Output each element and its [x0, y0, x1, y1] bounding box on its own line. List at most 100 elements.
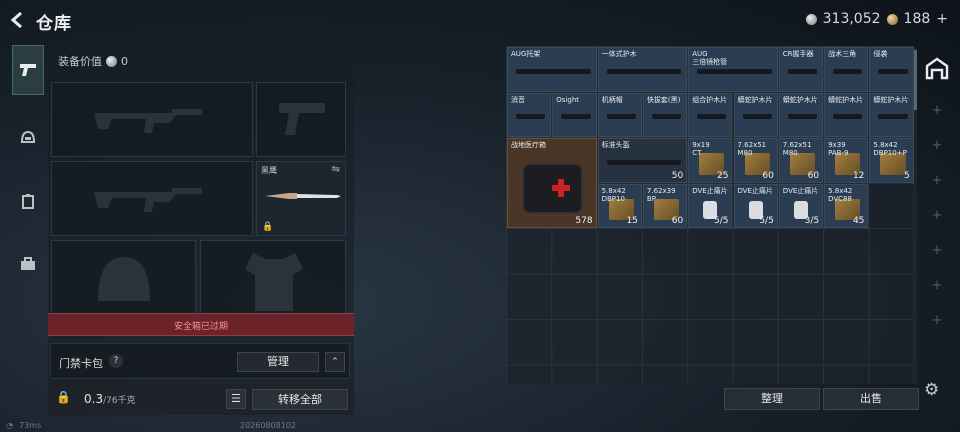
stash-item-qty: 60	[671, 216, 684, 226]
settings-gear-icon[interactable]: ⚙	[924, 380, 939, 400]
nav-backpack[interactable]	[12, 244, 44, 285]
stash-item[interactable]: 5.8x42 DVC88 45	[824, 183, 869, 228]
stash-item-qty: 25	[717, 170, 729, 181]
stash-item[interactable]: 5.8x42 DBP10+P 5	[869, 138, 914, 183]
stash-item[interactable]: 战术三角	[824, 47, 869, 92]
stash-item-name: DVE止痛片	[692, 186, 728, 195]
item-art-icon	[606, 68, 682, 74]
stash-item[interactable]: 标准头盔 50	[597, 138, 688, 183]
loadout-bottom-bar: 🔒 0.3/76千克 ☰ 转移全部	[48, 384, 354, 414]
armor-silhouette-icon	[245, 253, 303, 311]
stash-item-qty: 60	[762, 170, 774, 181]
helmet-slot[interactable]	[51, 240, 196, 316]
swap-icon[interactable]: ⇋	[332, 164, 340, 175]
secure-container-expired-banner[interactable]: 安全箱已过期	[48, 313, 354, 336]
stash-item-name: 消音	[511, 95, 525, 104]
stash-item[interactable]: 5.8x42 DBP10 15	[597, 183, 642, 228]
nav-weapons[interactable]	[12, 45, 44, 96]
armor-slot[interactable]	[200, 240, 346, 316]
secondary-weapon-slot[interactable]	[51, 161, 253, 236]
primary-weapon-slot[interactable]	[51, 82, 253, 157]
stash-item[interactable]: 蟒蛇护木片	[824, 92, 869, 137]
bronze-coin-icon	[886, 13, 898, 25]
stash-item[interactable]: DVE止痛片 5/5	[733, 183, 778, 228]
stash-item-qty: 5/5	[714, 216, 729, 226]
stash-item[interactable]: 机柄帽	[597, 92, 642, 137]
add-tab-icon[interactable]: +	[932, 313, 943, 328]
helmet-icon	[20, 130, 36, 143]
stash-item[interactable]: 消音	[507, 92, 552, 137]
sort-button[interactable]: 整理	[724, 388, 820, 410]
knife-icon	[265, 193, 341, 199]
stash-item[interactable]: DVE止痛片 5/5	[688, 183, 733, 228]
stash-item[interactable]: 蟒蛇护木片	[778, 92, 824, 137]
stash-item[interactable]: 7.62x39 BP 60	[642, 183, 688, 228]
equipment-value: 装备价值 0	[58, 53, 128, 69]
stash-grid[interactable]: AUG托架 一体式护木 AUG 三倍镜枪管 CR握手器 战术三角 侵袭消音 Osight 机柄…	[506, 46, 914, 384]
stash-item-name: 快拔套(黑)	[646, 95, 681, 104]
add-tab-icon[interactable]: +	[932, 138, 943, 153]
stash-item-name: 一体式护木	[601, 50, 637, 58]
stash-item-qty: 45	[852, 216, 865, 226]
stash-item[interactable]: AUG 三倍镜枪管	[688, 47, 778, 92]
back-arrow-icon[interactable]	[8, 10, 28, 30]
add-tab-icon[interactable]: +	[932, 208, 943, 223]
padlock-icon[interactable]: 🔒	[56, 390, 71, 404]
manage-button[interactable]: 管理	[237, 352, 319, 372]
stash-item-name: Osight	[556, 95, 580, 104]
stash-item-name: 5.8x42 DBP10+P	[873, 141, 907, 157]
stash-item-name: 5.8x42 DVC88	[828, 186, 853, 203]
stash-item[interactable]: 侵袭	[869, 47, 914, 92]
pistol-slot[interactable]	[256, 82, 346, 157]
add-tab-icon[interactable]: +	[932, 103, 943, 118]
item-art-icon	[516, 114, 546, 120]
item-art-icon	[697, 114, 727, 120]
stash-item-name: 9x39 PAB-9	[828, 141, 849, 157]
silver-amount: 313,052	[822, 11, 881, 27]
help-icon[interactable]: ?	[109, 354, 123, 368]
stash-item[interactable]: DVE止痛片 3/5	[778, 183, 824, 228]
stash-item[interactable]: CR握手器	[778, 47, 824, 92]
stash-item-name: 5.8x42 DBP10	[601, 186, 626, 203]
stash-item-name: AUG托架	[511, 50, 541, 58]
move-all-button[interactable]: 转移全部	[252, 389, 348, 410]
add-currency-button[interactable]: +	[936, 11, 948, 27]
stash-item[interactable]: 组合护木片	[688, 92, 733, 137]
weight-value: 0.3	[84, 392, 104, 406]
item-art-icon	[651, 114, 682, 120]
stash-item[interactable]: 一体式护木	[597, 47, 688, 92]
helmet-silhouette-icon	[98, 257, 150, 301]
vest-icon	[22, 194, 34, 210]
warehouse-icon[interactable]	[922, 53, 952, 83]
stash-item[interactable]: AUG托架	[507, 47, 597, 92]
add-tab-icon[interactable]: +	[932, 278, 943, 293]
build-stamp: 20260808102	[240, 421, 296, 430]
stash-scroll-thumb[interactable]	[914, 50, 917, 110]
chevron-up-icon: ⌃	[331, 357, 339, 367]
stash-item[interactable]: 9x19 CT 25	[688, 138, 733, 183]
expired-notice: 安全箱已过期	[173, 322, 228, 332]
collapse-button[interactable]: ⌃	[325, 352, 345, 372]
stash-item-name: 组合护木片	[692, 95, 728, 104]
stash-item[interactable]: 9x39 PAB-9 12	[824, 138, 869, 183]
melee-slot[interactable]: 黑鹰 ⇋ 🔒	[256, 161, 346, 236]
red-cross-icon	[552, 179, 571, 198]
stash-item[interactable]: 7.62x51 M80 60	[778, 138, 824, 183]
stash-item[interactable]: 战地医疗箱 578	[507, 138, 597, 228]
stash-item-qty: 5/5	[759, 216, 774, 226]
add-tab-icon[interactable]: +	[932, 173, 943, 188]
stash-item[interactable]: Osight	[552, 92, 597, 137]
nav-armor[interactable]	[12, 117, 44, 158]
stash-item[interactable]: 快拔套(黑)	[642, 92, 688, 137]
list-view-icon[interactable]: ☰	[226, 389, 246, 409]
stash-item[interactable]: 7.62x51 M80 60	[733, 138, 778, 183]
stash-item-name: DVE止痛片	[737, 186, 773, 195]
sell-button[interactable]: 出售	[823, 388, 919, 410]
stash-item[interactable]: 蟒蛇护木片	[869, 92, 914, 137]
add-tab-icon[interactable]: +	[932, 243, 943, 258]
stash-item[interactable]: 蟒蛇护木片	[733, 92, 778, 137]
stash-item-name: 7.62x39 BP	[646, 186, 676, 203]
wifi-icon: ◔	[6, 421, 13, 430]
nav-rig[interactable]	[12, 181, 44, 222]
stash-item-qty: 3/5	[804, 216, 820, 226]
